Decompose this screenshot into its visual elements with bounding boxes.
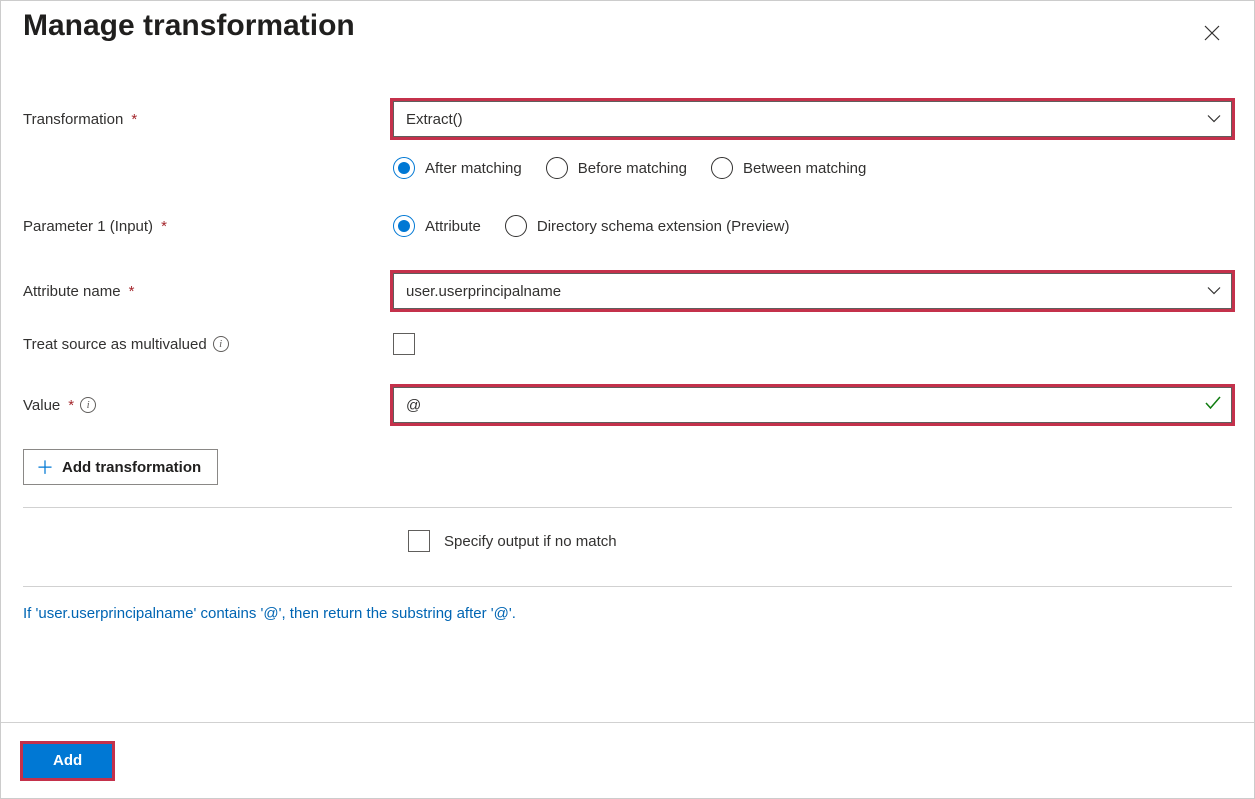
info-icon[interactable]: i: [213, 336, 229, 352]
value-text: @: [406, 397, 421, 414]
transformation-select[interactable]: Extract(): [393, 101, 1232, 137]
dialog-title: Manage transformation: [23, 9, 355, 43]
value-label: Value* i: [23, 397, 393, 414]
parameter1-label: Parameter 1 (Input)*: [23, 218, 393, 235]
radio-attribute[interactable]: Attribute: [393, 215, 481, 237]
radio-icon: [393, 215, 415, 237]
close-icon: [1204, 25, 1220, 41]
divider: [23, 507, 1232, 508]
plus-icon: ＋: [36, 454, 54, 480]
radio-icon: [711, 157, 733, 179]
matching-mode-group: After matching Before matching Between m…: [393, 157, 866, 179]
chevron-down-icon: [1207, 111, 1221, 128]
parameter1-group: Attribute Directory schema extension (Pr…: [393, 215, 789, 237]
value-input[interactable]: @: [393, 387, 1232, 423]
attribute-name-value: user.userprincipalname: [406, 283, 561, 300]
radio-directory-schema-ext[interactable]: Directory schema extension (Preview): [505, 215, 790, 237]
summary-text: If 'user.userprincipalname' contains '@'…: [23, 605, 1232, 622]
close-button[interactable]: [1194, 15, 1230, 51]
treat-multivalued-label: Treat source as multivalued i: [23, 336, 393, 353]
add-button[interactable]: Add: [23, 744, 112, 778]
radio-icon: [546, 157, 568, 179]
checkmark-icon: [1205, 396, 1221, 414]
chevron-down-icon: [1207, 283, 1221, 300]
attribute-name-select[interactable]: user.userprincipalname: [393, 273, 1232, 309]
transformation-label: Transformation*: [23, 111, 393, 128]
radio-after-matching[interactable]: After matching: [393, 157, 522, 179]
add-transformation-button[interactable]: ＋ Add transformation: [23, 449, 218, 485]
radio-before-matching[interactable]: Before matching: [546, 157, 687, 179]
specify-output-label: Specify output if no match: [444, 533, 617, 550]
attribute-name-label: Attribute name*: [23, 283, 393, 300]
divider: [23, 586, 1232, 587]
info-icon[interactable]: i: [80, 397, 96, 413]
radio-icon: [505, 215, 527, 237]
radio-between-matching[interactable]: Between matching: [711, 157, 866, 179]
treat-multivalued-checkbox[interactable]: [393, 333, 415, 355]
radio-icon: [393, 157, 415, 179]
specify-output-checkbox[interactable]: [408, 530, 430, 552]
transformation-value: Extract(): [406, 111, 463, 128]
